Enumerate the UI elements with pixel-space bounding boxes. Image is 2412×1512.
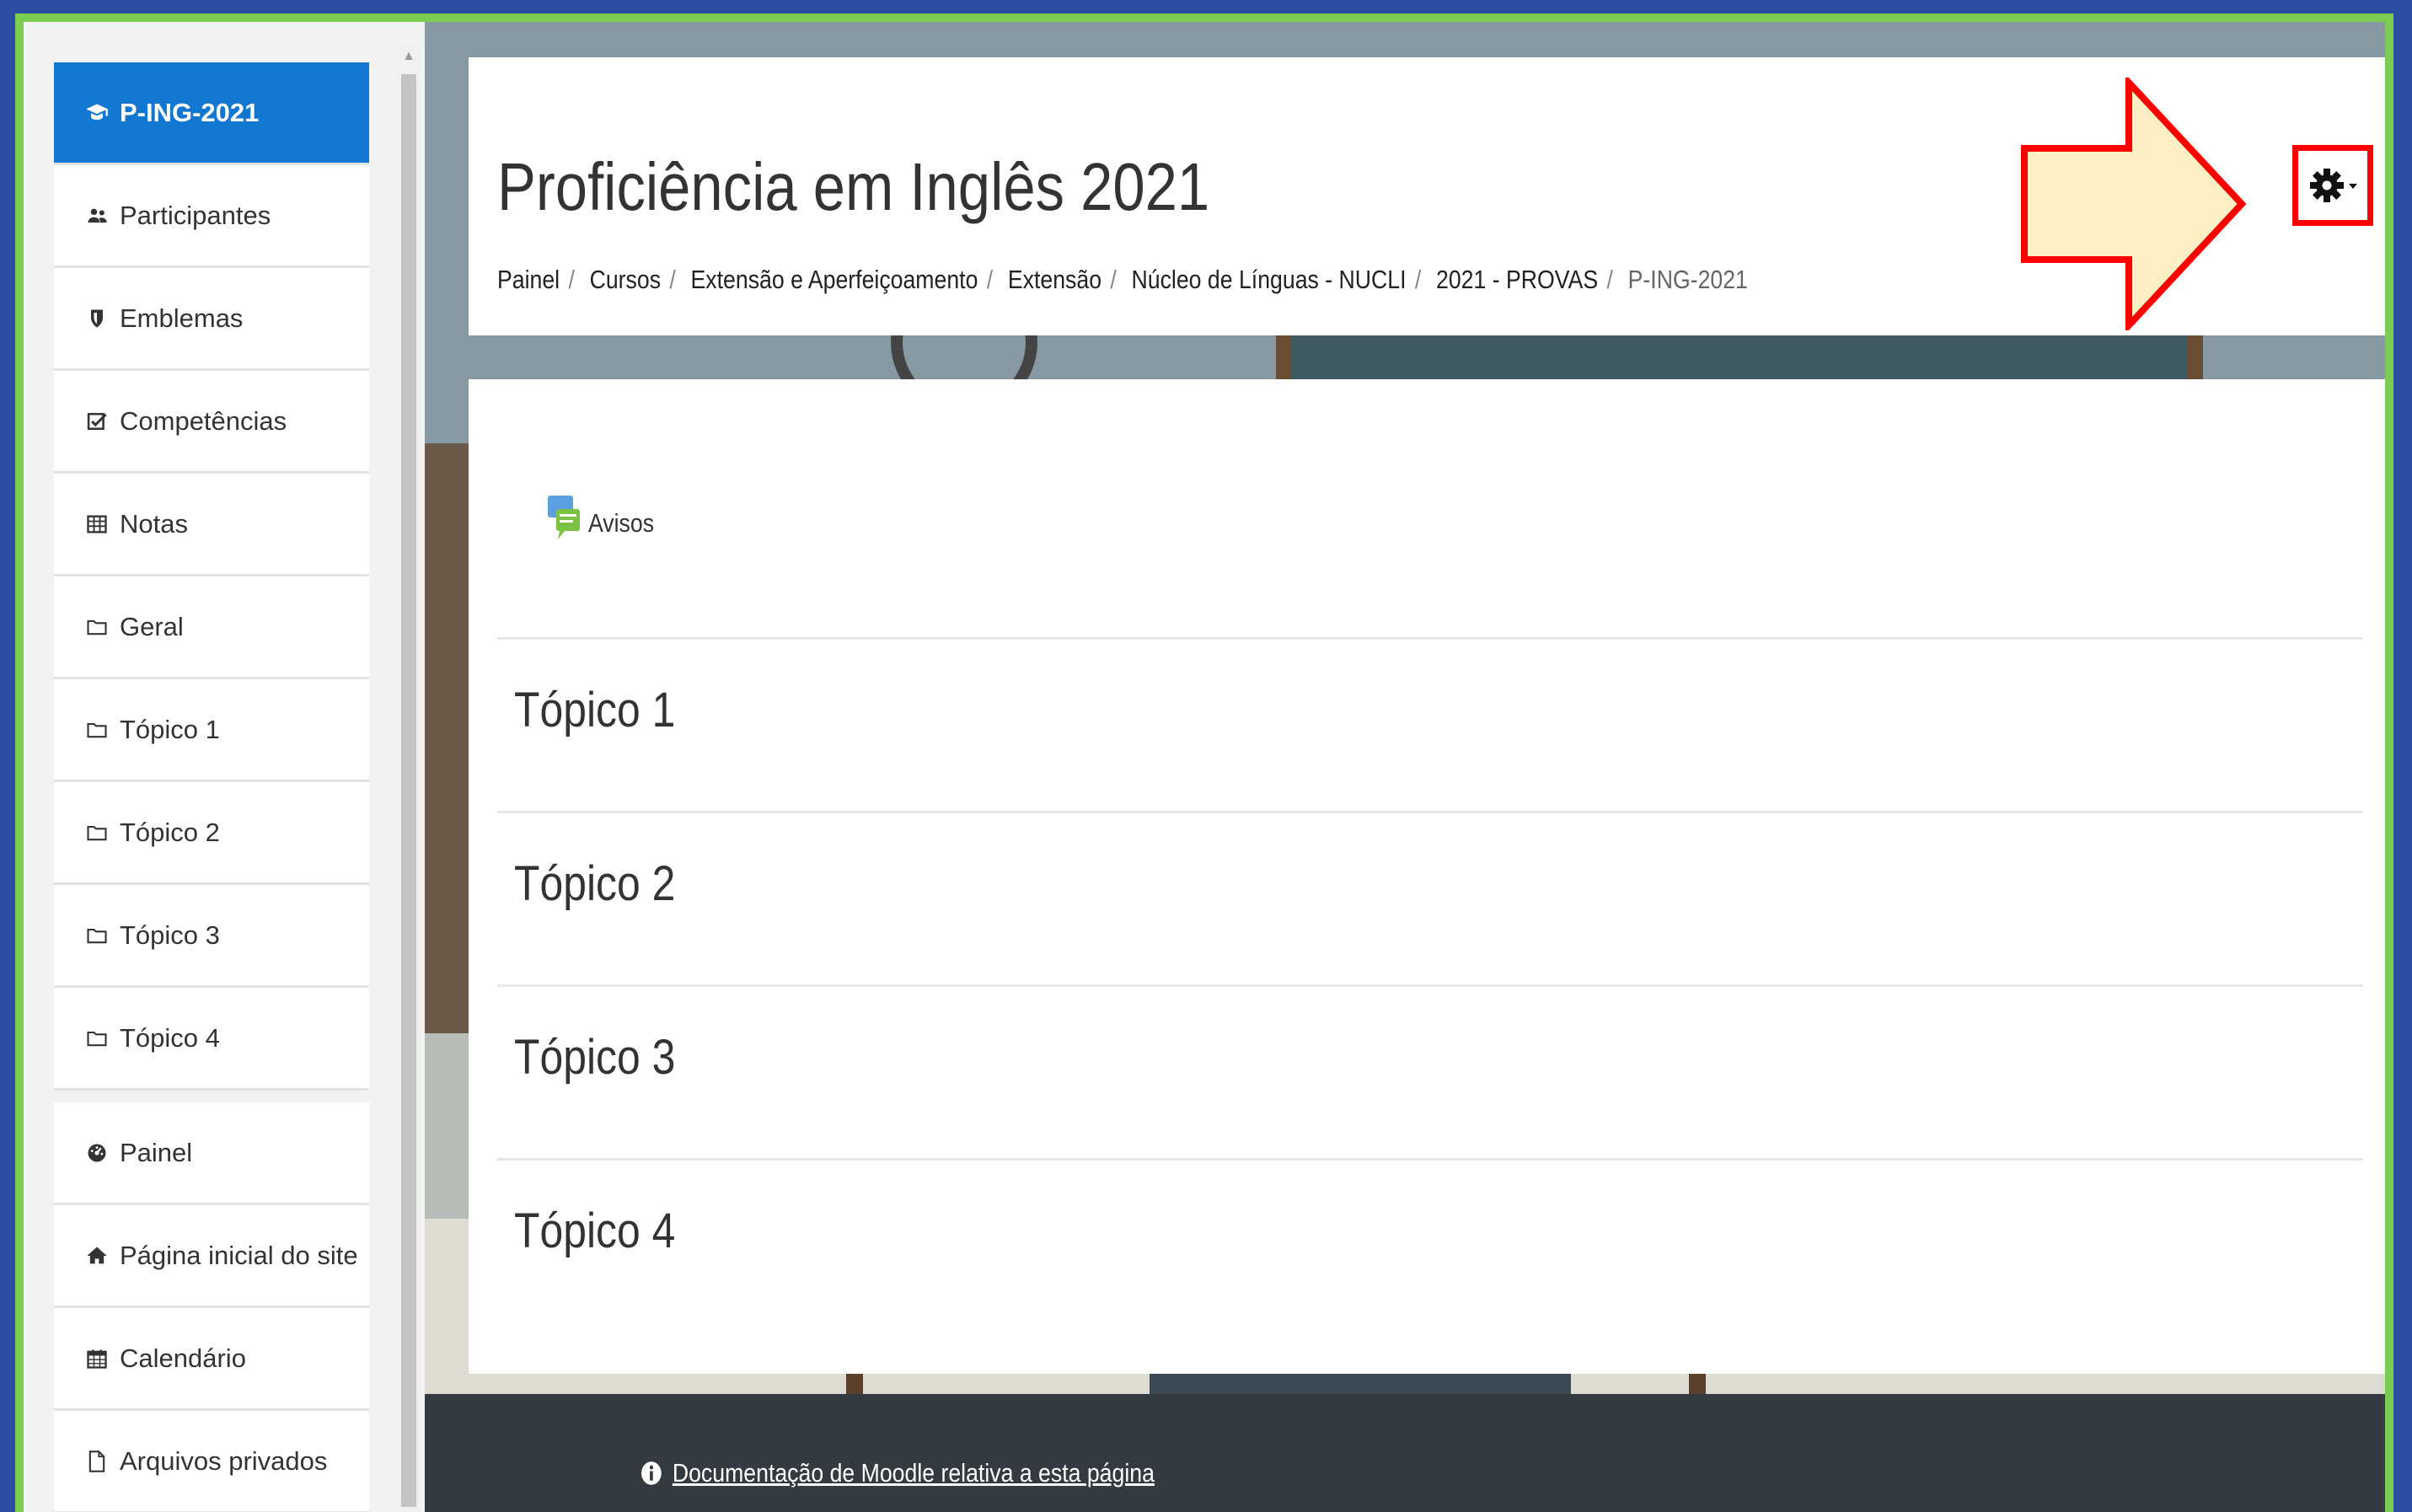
course-section-topico-1: Tópico 1 — [497, 637, 2363, 813]
browser-viewport: P-ING-2021 Participantes Emblemas Compet… — [24, 22, 2385, 1512]
info-icon — [641, 1461, 662, 1485]
scroll-up-arrow-icon[interactable]: ▲ — [398, 44, 420, 69]
folder-icon — [83, 818, 111, 847]
page-header-card: Proficiência em Inglês 2021 Painel / Curs… — [469, 57, 2385, 335]
page-footer: Documentação de Moodle relativa a esta p… — [425, 1394, 2385, 1512]
sidebar-item-participantes[interactable]: Participantes — [54, 165, 369, 268]
sidebar-item-label: Emblemas — [120, 303, 244, 333]
breadcrumb-separator: / — [1110, 265, 1117, 294]
breadcrumb-item-extensao[interactable]: Extensão — [1008, 265, 1101, 294]
section-title[interactable]: Tópico 1 — [514, 682, 675, 738]
breadcrumb-item-cursos[interactable]: Cursos — [590, 265, 661, 294]
page-title: Proficiência em Inglês 2021 — [497, 149, 1210, 224]
breadcrumb-item-provas[interactable]: 2021 - PROVAS — [1436, 265, 1598, 294]
folder-icon — [83, 921, 111, 950]
course-content-card: Avisos Tópico 1 Tópico 2 Tópico 3 Tópico… — [469, 379, 2385, 1374]
breadcrumb-separator: / — [1606, 265, 1613, 294]
file-icon — [83, 1447, 111, 1476]
folder-icon — [83, 716, 111, 744]
section-title[interactable]: Tópico 3 — [514, 1029, 675, 1086]
course-section-topico-2: Tópico 2 — [497, 811, 2363, 987]
sidebar-item-label: Geral — [120, 611, 184, 641]
sidebar-item-notas[interactable]: Notas — [54, 474, 369, 576]
breadcrumb-separator: / — [1414, 265, 1422, 294]
screenshot-frame: P-ING-2021 Participantes Emblemas Compet… — [15, 13, 2393, 1512]
sidebar-item-label: Participantes — [120, 200, 271, 230]
folder-icon — [83, 1024, 111, 1053]
caret-down-icon — [2349, 184, 2357, 189]
dashboard-icon — [83, 1139, 111, 1167]
annotation-arrow-icon — [2021, 78, 2247, 330]
breadcrumb-separator: / — [568, 265, 575, 294]
sidebar-item-topico-4[interactable]: Tópico 4 — [54, 988, 369, 1091]
sidebar-item-label: Tópico 2 — [120, 817, 220, 847]
sidebar-item-calendario[interactable]: Calendário — [54, 1308, 369, 1411]
breadcrumb-item-current: P-ING-2021 — [1627, 265, 1748, 294]
calendar-icon — [83, 1344, 111, 1373]
sidebar-item-label: Tópico 4 — [120, 1022, 220, 1053]
sidebar-item-pagina-inicial[interactable]: Página inicial do site — [54, 1205, 369, 1308]
section-title[interactable]: Tópico 2 — [514, 855, 675, 912]
sidebar-item-label: Calendário — [120, 1343, 246, 1373]
sidebar-item-label: Tópico 3 — [120, 920, 220, 950]
sidebar-item-label: Arquivos privados — [120, 1445, 328, 1476]
sidebar-item-painel[interactable]: Painel — [54, 1102, 369, 1205]
forum-icon — [548, 496, 580, 539]
course-sidebar: P-ING-2021 Participantes Emblemas Compet… — [24, 22, 421, 1512]
main-region: Proficiência em Inglês 2021 Painel / Curs… — [425, 22, 2385, 1512]
sidebar-item-topico-3[interactable]: Tópico 3 — [54, 885, 369, 988]
settings-menu-button[interactable] — [2292, 145, 2373, 226]
sidebar-item-arquivos-privados[interactable]: Arquivos privados — [54, 1411, 369, 1512]
breadcrumb-item-nucli[interactable]: Núcleo de Línguas - NUCLI — [1132, 265, 1407, 294]
scrollbar-thumb[interactable] — [401, 74, 416, 1507]
moodle-docs-link[interactable]: Documentação de Moodle relativa a esta p… — [641, 1458, 1155, 1488]
checkbox-icon — [83, 407, 111, 436]
sidebar-item-label: Notas — [120, 508, 188, 539]
graduation-cap-icon — [83, 99, 111, 127]
sidebar-item-label: Tópico 1 — [120, 714, 220, 744]
users-icon — [83, 201, 111, 230]
avisos-label: Avisos — [588, 508, 655, 538]
course-section-topico-4: Tópico 4 — [497, 1158, 2363, 1334]
home-icon — [83, 1241, 111, 1270]
avisos-forum-link[interactable]: Avisos — [546, 494, 665, 541]
moodle-docs-link-label: Documentação de Moodle relativa a esta p… — [672, 1458, 1155, 1488]
sidebar-nav-list: P-ING-2021 Participantes Emblemas Compet… — [54, 62, 369, 1512]
breadcrumb: Painel / Cursos / Extensão e Aperfeiçoamen… — [497, 265, 1748, 295]
sidebar-scrollbar[interactable]: ▲ — [398, 44, 420, 1512]
sidebar-item-label: Competências — [120, 405, 287, 436]
sidebar-item-competencias[interactable]: Competências — [54, 371, 369, 474]
sidebar-item-course[interactable]: P-ING-2021 — [54, 62, 369, 165]
section-title[interactable]: Tópico 4 — [514, 1203, 675, 1259]
sidebar-item-topico-1[interactable]: Tópico 1 — [54, 679, 369, 782]
sidebar-item-label: P-ING-2021 — [120, 97, 260, 127]
sidebar-item-label: Painel — [120, 1137, 193, 1167]
course-section-topico-3: Tópico 3 — [497, 984, 2363, 1161]
sidebar-item-geral[interactable]: Geral — [54, 576, 369, 679]
sidebar-item-label: Página inicial do site — [120, 1240, 358, 1270]
sidebar-item-emblemas[interactable]: Emblemas — [54, 268, 369, 371]
table-icon — [83, 510, 111, 539]
shield-icon — [83, 304, 111, 333]
breadcrumb-item-painel[interactable]: Painel — [497, 265, 560, 294]
sidebar-item-topico-2[interactable]: Tópico 2 — [54, 782, 369, 885]
breadcrumb-separator: / — [986, 265, 994, 294]
folder-icon — [83, 613, 111, 641]
breadcrumb-separator: / — [669, 265, 676, 294]
gear-icon — [2310, 169, 2357, 202]
breadcrumb-item-extensao-aperfeicoamento[interactable]: Extensão e Aperfeiçoamento — [691, 265, 978, 294]
